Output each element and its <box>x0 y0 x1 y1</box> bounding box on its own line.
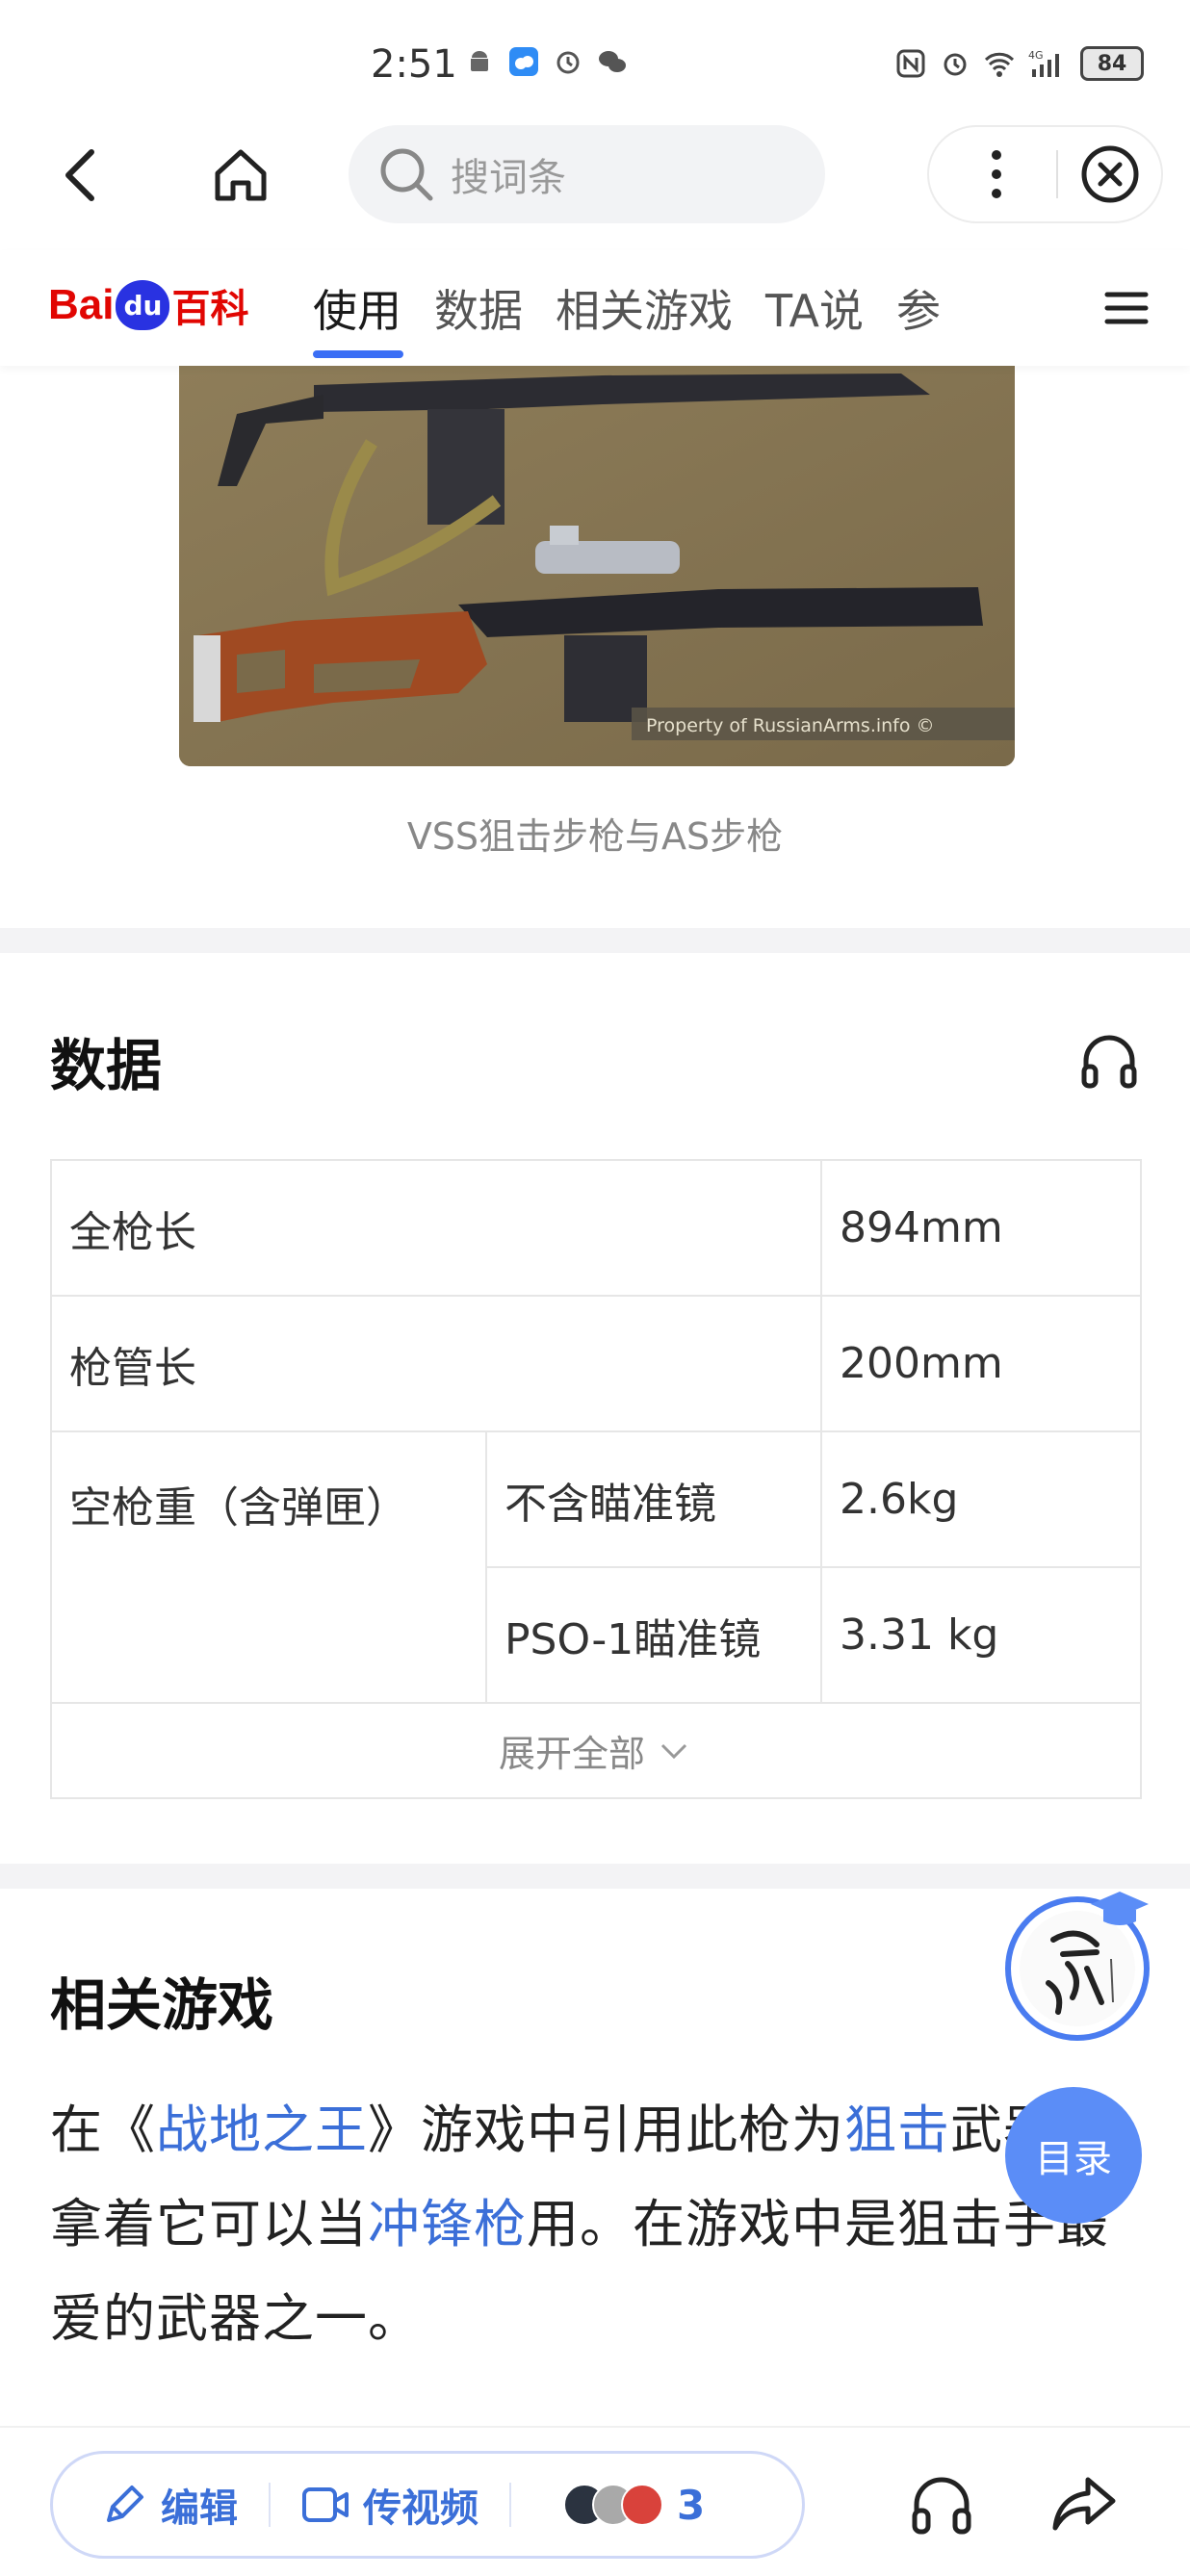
wifi-icon <box>984 52 1015 77</box>
contributor-avatars[interactable]: 3 <box>563 2482 705 2529</box>
logo-baike: 百科 <box>171 287 249 331</box>
pencil-icon <box>107 2486 143 2522</box>
table-cell-value: 3.31 kg <box>820 1566 1142 1704</box>
alarm-status-icon <box>944 53 967 76</box>
android-icon <box>471 51 488 71</box>
table-row: 空枪重（含弹匣） 不含瞄准镜 2.6kg <box>50 1430 1142 1704</box>
video-camera-icon <box>302 2487 349 2522</box>
tab-fade <box>1025 270 1083 347</box>
section-separator <box>0 928 1190 953</box>
mini-program-capsule <box>927 125 1163 223</box>
listen-headphone-icon[interactable] <box>907 2470 976 2539</box>
close-circle-icon <box>1081 145 1139 203</box>
back-button[interactable] <box>42 137 119 214</box>
tab-ta-says[interactable]: TA说 <box>765 250 896 366</box>
home-button[interactable] <box>202 137 279 214</box>
home-icon <box>215 149 267 201</box>
share-icon[interactable] <box>1049 2470 1119 2539</box>
back-arrow-icon <box>65 149 94 201</box>
contribute-pill: 编辑 传视频 3 <box>50 2451 805 2559</box>
table-cell-label: 枪管长 <box>50 1295 822 1432</box>
table-cell-label: 全枪长 <box>50 1159 822 1297</box>
edit-label: 编辑 <box>161 2486 238 2531</box>
table-cell-label: 空枪重（含弹匣） <box>50 1430 487 1704</box>
table-cell-sublabel: 不含瞄准镜 <box>485 1430 822 1568</box>
logo-du: du <box>116 280 170 330</box>
games-section-title: 相关游戏 <box>50 1972 274 2038</box>
search-placeholder: 搜词条 <box>451 156 566 200</box>
tab-related-games[interactable]: 相关游戏 <box>556 250 765 366</box>
table-cell-sublabel: PSO-1瞄准镜 <box>485 1566 822 1704</box>
top-nav: 搜词条 <box>0 125 1190 241</box>
table-cell-value: 2.6kg <box>820 1430 1142 1568</box>
svg-text:4G: 4G <box>1028 49 1044 62</box>
section-separator <box>0 1864 1190 1889</box>
expand-all-button[interactable]: 展开全部 <box>50 1703 1142 1799</box>
toc-button[interactable]: 目录 <box>1005 2087 1142 2224</box>
tabs: 使用 数据 相关游戏 TA说 参 <box>313 250 973 366</box>
rifle-image: Property of RussianArms.info © <box>179 366 1015 766</box>
link-smg[interactable]: 冲锋枪 <box>368 2194 527 2254</box>
tab-usage[interactable]: 使用 <box>313 250 434 366</box>
more-button[interactable] <box>950 128 1043 220</box>
menu-icon[interactable] <box>1098 279 1155 337</box>
nfc-icon <box>896 49 925 78</box>
alarm-icon <box>556 51 580 74</box>
table-row: 枪管长 200mm <box>50 1295 1142 1432</box>
status-bar: 2:51 4G 84 <box>0 0 1190 125</box>
search-icon <box>380 148 433 201</box>
games-paragraph: 在《战地之王》游戏中引用此枪为狙击武器，拿着它可以当冲锋枪用。在游戏中是狙击手最… <box>50 2083 1148 2366</box>
signal-icon: 4G <box>1028 49 1059 77</box>
table-cell-value: 200mm <box>820 1295 1142 1432</box>
section-tab-bar: Bai du 百科 使用 数据 相关游戏 TA说 参 <box>0 250 1190 366</box>
upload-video-label: 传视频 <box>363 2486 479 2531</box>
avatar <box>621 2484 663 2526</box>
capsule-divider <box>1056 150 1058 198</box>
text-segment: 在《 <box>50 2099 156 2160</box>
chevron-down-icon <box>660 1743 687 1760</box>
data-section-title: 数据 <box>50 1033 163 1098</box>
tab-data[interactable]: 数据 <box>434 250 556 366</box>
tab-references[interactable]: 参 <box>896 250 973 366</box>
wechat-icon <box>599 51 626 72</box>
status-time: 2:51 <box>371 42 457 87</box>
more-dots-icon <box>992 150 1001 198</box>
battery-indicator: 84 <box>1080 46 1144 81</box>
logo-bai: Bai <box>48 281 115 328</box>
close-button[interactable] <box>1072 136 1149 213</box>
search-input[interactable]: 搜词条 <box>349 125 825 223</box>
weather-app-icon <box>509 47 538 76</box>
pill-divider <box>509 2483 511 2527</box>
contributor-count: 3 <box>677 2481 706 2529</box>
expand-all-label: 展开全部 <box>498 1732 645 1775</box>
edit-button[interactable]: 编辑 <box>101 2477 238 2533</box>
pill-divider <box>269 2483 271 2527</box>
table-cell-value: 894mm <box>820 1159 1142 1297</box>
upload-video-button[interactable]: 传视频 <box>301 2477 479 2533</box>
floating-avatar[interactable] <box>1005 1892 1150 2041</box>
status-right-icons: 4G 84 <box>895 46 1144 81</box>
status-left-icons <box>464 46 628 77</box>
link-battlefield-king[interactable]: 战地之王 <box>156 2099 368 2160</box>
headphone-icon[interactable] <box>1078 1030 1140 1092</box>
photo-caption: VSS狙击步枪与AS步枪 <box>406 815 784 858</box>
baidu-baike-logo[interactable]: Bai du 百科 <box>48 271 248 339</box>
link-sniper[interactable]: 狙击 <box>844 2099 950 2160</box>
data-table: 全枪长 894mm 枪管长 200mm 空枪重（含弹匣） 不含瞄准镜 2.6kg… <box>50 1159 1142 1704</box>
table-row: 全枪长 894mm <box>50 1159 1142 1297</box>
photo-watermark: Property of RussianArms.info © <box>646 715 935 736</box>
rifle-photo[interactable]: Property of RussianArms.info © <box>179 366 1015 766</box>
graduation-cap-icon <box>1091 1892 1149 1925</box>
bottom-bar: 编辑 传视频 3 <box>0 2426 1190 2576</box>
text-segment: 》游戏中引用此枪为 <box>368 2099 844 2160</box>
